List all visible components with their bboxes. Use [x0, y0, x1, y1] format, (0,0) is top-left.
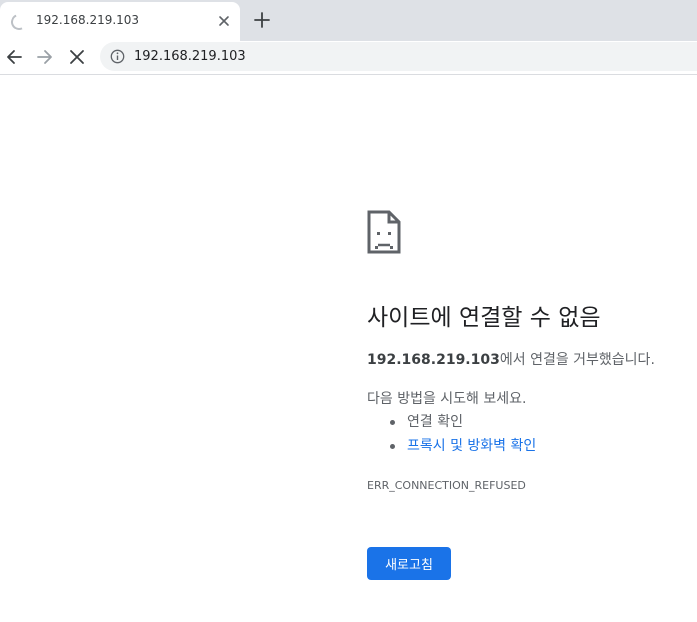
- reload-button[interactable]: 새로고침: [367, 547, 451, 580]
- plus-icon[interactable]: [251, 9, 273, 31]
- address-bar[interactable]: 192.168.219.103: [100, 42, 697, 71]
- error-message: 192.168.219.103에서 연결을 거부했습니다.: [367, 349, 655, 369]
- url-text[interactable]: 192.168.219.103: [134, 49, 246, 64]
- browser-toolbar: 192.168.219.103: [0, 41, 697, 75]
- suggestion-list: 연결 확인 프록시 및 방화벽 확인: [367, 410, 536, 458]
- back-button[interactable]: [3, 46, 25, 68]
- suggestion-item-check-connection: 연결 확인: [367, 410, 536, 434]
- tab-title: 192.168.219.103: [36, 13, 140, 27]
- suggestion-label: 연결 확인: [407, 414, 463, 430]
- info-icon[interactable]: [110, 49, 125, 64]
- spinner-icon: [8, 11, 30, 33]
- suggestion-item-proxy-firewall[interactable]: 프록시 및 방화벽 확인: [367, 434, 536, 458]
- suggestion-intro: 다음 방법을 시도해 보세요.: [367, 391, 527, 407]
- tab-active[interactable]: 192.168.219.103: [0, 2, 240, 41]
- tab-strip: 192.168.219.103: [0, 0, 697, 41]
- error-heading: 사이트에 연결할 수 없음: [367, 305, 601, 331]
- error-code: ERR_CONNECTION_REFUSED: [367, 479, 526, 492]
- proxy-firewall-link[interactable]: 프록시 및 방화벽 확인: [407, 438, 536, 454]
- stop-button[interactable]: [66, 46, 88, 68]
- error-message-suffix: 에서 연결을 거부했습니다.: [499, 352, 655, 368]
- error-host: 192.168.219.103: [367, 352, 500, 368]
- close-icon[interactable]: [214, 11, 234, 31]
- sad-document-icon: [367, 210, 401, 254]
- forward-button[interactable]: [34, 46, 56, 68]
